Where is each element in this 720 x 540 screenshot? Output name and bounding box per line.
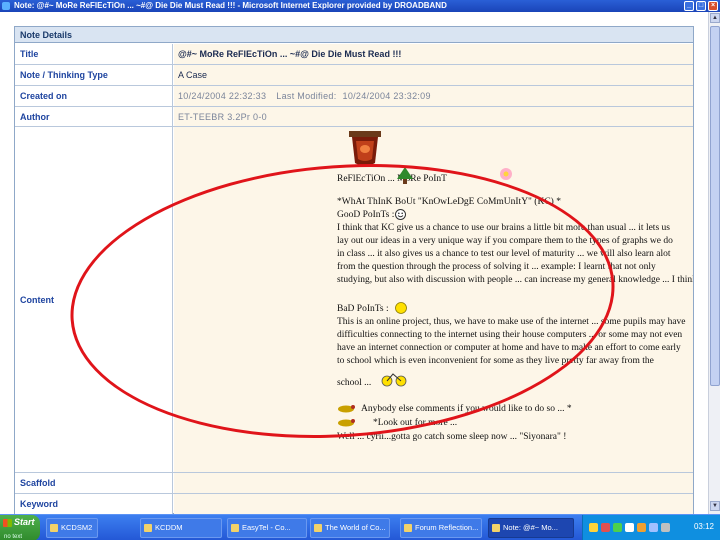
created-value: 10/24/2004 22:32:33 Last Modified: 10/24…: [174, 86, 693, 106]
scroll-up-icon[interactable]: ▲: [710, 13, 720, 23]
title-value: @#~ MoRe ReFlEcTiOn ... ~#@ Die Die Must…: [174, 44, 693, 64]
flower-icon: [500, 168, 512, 180]
start-button[interactable]: Start no text: [0, 515, 40, 540]
tray-icon-2[interactable]: [601, 523, 610, 532]
keyword-row: Keyword: [15, 494, 693, 514]
content-row: Content ReFlEcTiOn ... MoRe PoInT *WhAt …: [15, 127, 693, 473]
app-icon: [314, 524, 322, 532]
content-label: Content: [15, 127, 173, 472]
tray-icon-1[interactable]: [589, 523, 598, 532]
close-button[interactable]: ×: [708, 1, 718, 11]
system-tray: 03:12: [582, 515, 720, 540]
clock: 03:12: [693, 522, 714, 531]
panel-header: Note Details: [15, 27, 693, 43]
type-value: A Case: [174, 65, 693, 85]
content-line-5: lay out our ideas in a very unique way i…: [337, 236, 673, 246]
title-row: Title @#~ MoRe ReFlEcTiOn ... ~#@ Die Di…: [15, 44, 693, 65]
type-row: Note / Thinking Type A Case: [15, 65, 693, 86]
content-line-17: Well ... cyrii...gotta go catch some sle…: [337, 432, 567, 442]
modified-date: 10/24/2004 23:32:09: [342, 91, 431, 101]
tree-icon: [397, 167, 413, 184]
minimize-button[interactable]: _: [684, 1, 694, 11]
ie-icon: [2, 2, 10, 10]
content-line-8: studying, but also with discussion with …: [337, 275, 693, 285]
tray-icon-4[interactable]: [625, 523, 634, 532]
window-controls: _ □ ×: [684, 1, 718, 11]
scaffold-value: [174, 473, 693, 493]
content-line-1: ReFlEcTiOn ... MoRe PoInT: [337, 174, 447, 184]
task-world-of-co[interactable]: The World of Co...: [310, 518, 390, 538]
app-icon: [231, 524, 239, 532]
scaffold-label: Scaffold: [15, 473, 173, 493]
content-body: ReFlEcTiOn ... MoRe PoInT *WhAt ThInK Bo…: [337, 127, 693, 472]
keyword-label: Keyword: [15, 494, 173, 514]
content-line-16: *Look out for more ...: [373, 418, 458, 428]
maximize-button[interactable]: □: [696, 1, 706, 11]
task-label: The World of Co...: [325, 523, 386, 532]
smiley-icon: [395, 209, 406, 220]
window-title: Note: @#~ MoRe ReFlEcTiOn ... ~#@ Die Di…: [14, 1, 447, 10]
task-forum-reflection[interactable]: Forum Reflection...: [400, 518, 482, 538]
task-easytel[interactable]: EasyTel - Co...: [227, 518, 307, 538]
start-sublabel: no text: [4, 534, 23, 540]
windows-flag-icon: [3, 519, 12, 527]
content-line-12: have an internet connection or computer …: [337, 343, 681, 353]
content-line-4: I think that KC give us a chance to use …: [337, 223, 670, 233]
task-label: EasyTel - Co...: [242, 523, 291, 532]
task-label: KCDSM2: [61, 523, 93, 532]
content-line-15: Anybody else comments if you would like …: [361, 404, 572, 414]
app-icon: [404, 524, 412, 532]
content-line-9: BaD PoInTs :: [337, 304, 389, 314]
volume-icon[interactable]: [661, 523, 670, 532]
keyword-value: [174, 494, 693, 514]
critter-icon: [338, 405, 355, 413]
content-line-2: *WhAt ThInK BoUt "KnOwLeDgE CoMmUnItY" (…: [337, 197, 561, 207]
content-line-13: to school which is even inconvenient for…: [337, 356, 654, 366]
scroll-down-icon[interactable]: ▼: [710, 501, 720, 511]
created-row: Created on 10/24/2004 22:32:33 Last Modi…: [15, 86, 693, 107]
yellow-smiley-icon: [395, 302, 407, 314]
app-icon: [50, 524, 58, 532]
task-label: KCDDM: [155, 523, 183, 532]
author-row: Author ET-TEEBR 3.2Pr 0-0: [15, 107, 693, 127]
task-kcddm[interactable]: KCDDM: [140, 518, 222, 538]
content-line-14: school ...: [337, 378, 372, 388]
task-label: Forum Reflection...: [415, 523, 479, 532]
content-line-11: difficulties connecting to the internet …: [337, 330, 683, 340]
author-label: Author: [15, 107, 173, 126]
vertical-scrollbar[interactable]: ▲ ▼: [708, 12, 720, 514]
tray-icon-3[interactable]: [613, 523, 622, 532]
task-label: Note: @#~ Mo...: [503, 523, 558, 532]
task-note-active[interactable]: Note: @#~ Mo...: [488, 518, 574, 538]
type-label: Note / Thinking Type: [15, 65, 173, 85]
note-details-panel: Note Details Title @#~ MoRe ReFlEcTiOn .…: [14, 26, 694, 514]
author-value: ET-TEEBR 3.2Pr 0-0: [174, 107, 693, 126]
created-label: Created on: [15, 86, 173, 106]
content-value: ReFlEcTiOn ... MoRe PoInT *WhAt ThInK Bo…: [174, 127, 693, 472]
pot-icon: [349, 131, 381, 166]
created-date: 10/24/2004 22:32:33: [178, 91, 267, 101]
content-line-6: in class ... it also gives us a chance t…: [337, 249, 671, 259]
window-titlebar[interactable]: Note: @#~ MoRe ReFlEcTiOn ... ~#@ Die Di…: [0, 0, 720, 12]
scroll-thumb[interactable]: [710, 26, 720, 386]
modified-label: Last Modified:: [276, 91, 337, 101]
ie-icon: [492, 524, 500, 532]
content-line-7: from the question through the process of…: [337, 262, 656, 272]
taskbar: Start no text KCDSM2 KCDDM EasyTel - Co.…: [0, 514, 720, 540]
content-line-3: GooD PoInTs :: [337, 210, 395, 220]
critter-icon-2: [338, 419, 355, 427]
start-label: Start: [14, 517, 35, 527]
tray-icon-6[interactable]: [649, 523, 658, 532]
browser-viewport: Note Details Title @#~ MoRe ReFlEcTiOn .…: [0, 12, 708, 514]
scaffold-row: Scaffold: [15, 473, 693, 494]
app-icon: [144, 524, 152, 532]
task-kcdsm2[interactable]: KCDSM2: [46, 518, 98, 538]
content-line-10: This is an online project, thus, we have…: [337, 317, 686, 327]
bicycle-icon: [381, 373, 407, 387]
title-label: Title: [15, 44, 173, 64]
tray-icon-5[interactable]: [637, 523, 646, 532]
